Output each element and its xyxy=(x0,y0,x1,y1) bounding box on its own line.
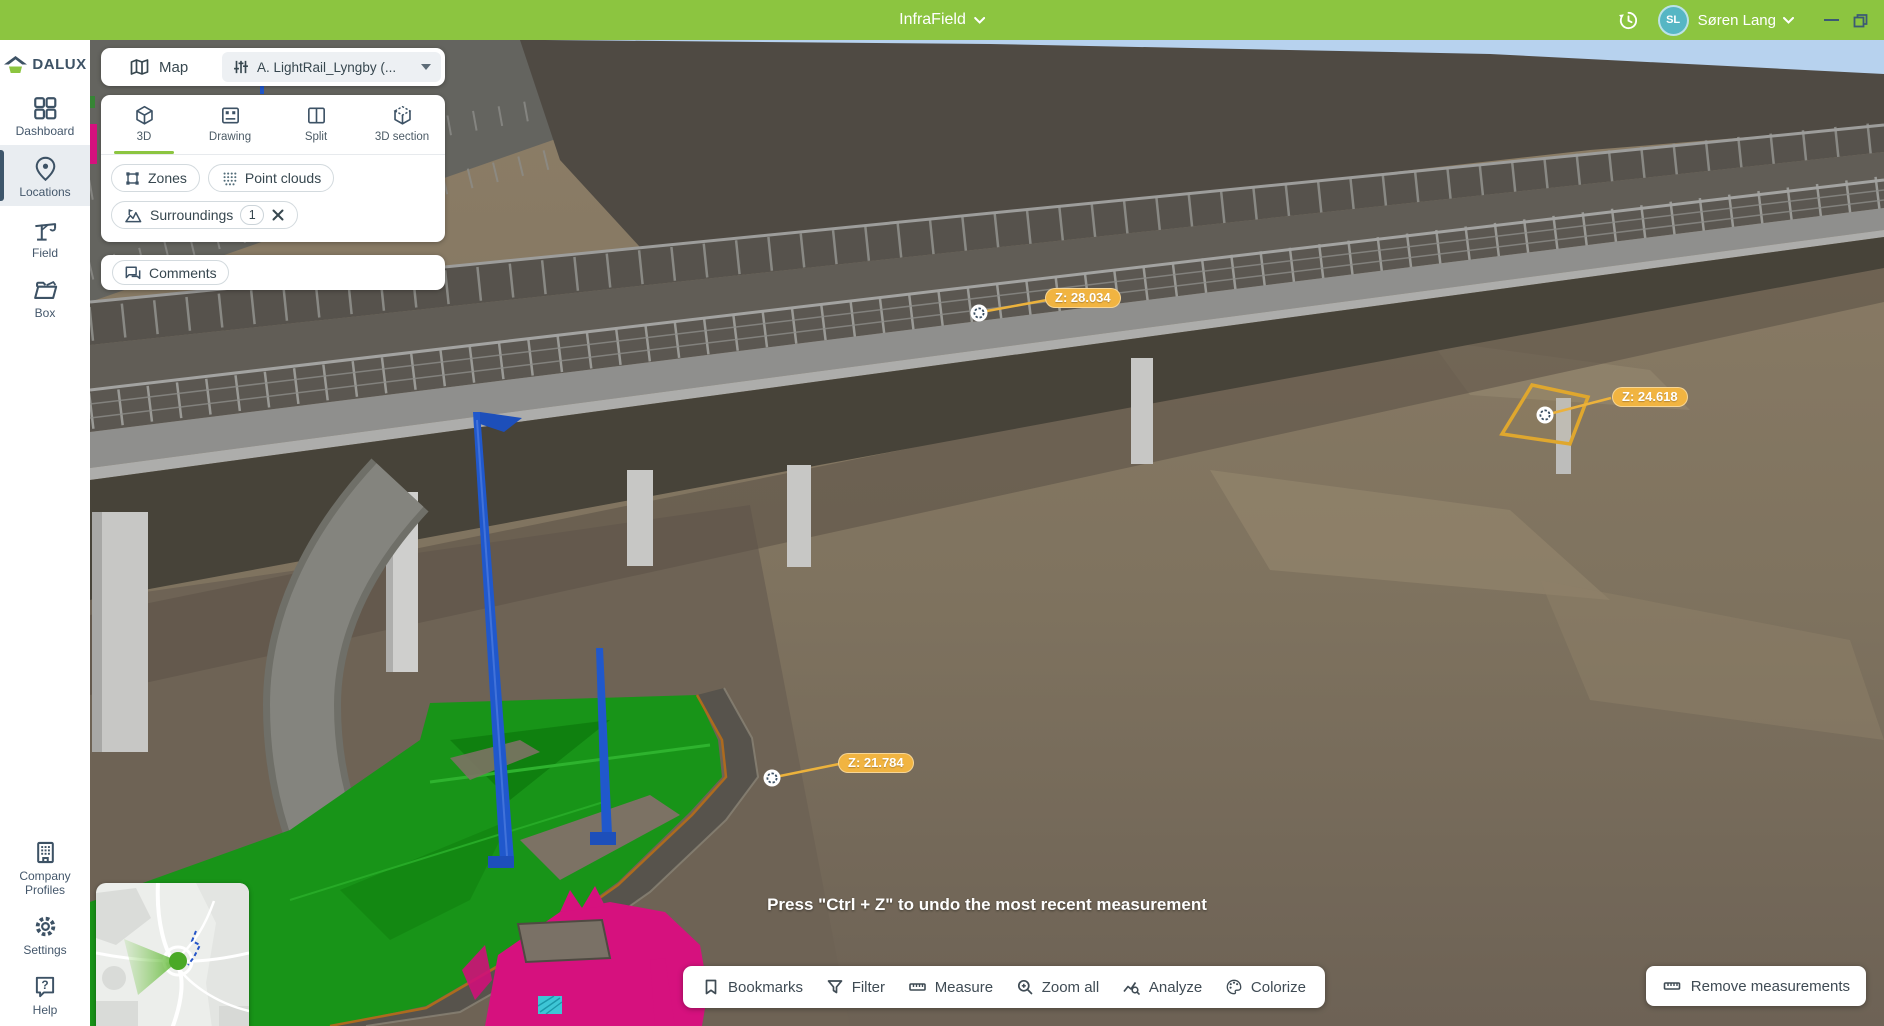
restore-window-button[interactable] xyxy=(1851,11,1870,30)
view-panel: 3D Drawing Split xyxy=(101,95,445,242)
filter-icon xyxy=(826,978,844,996)
bookmark-icon xyxy=(702,978,720,996)
surroundings-terrain-icon xyxy=(124,207,143,224)
sidebar: DALUX Dashboard Locations Field xyxy=(0,40,90,1026)
crane-icon xyxy=(32,216,59,243)
minimap[interactable] xyxy=(96,883,249,1026)
map-button-label: Map xyxy=(159,59,188,76)
ruler-icon xyxy=(908,978,927,996)
cube-section-icon xyxy=(391,104,414,127)
bottom-toolbar: Bookmarks Filter Measure xyxy=(683,966,1325,1008)
user-menu-chevron-icon[interactable] xyxy=(1783,17,1794,24)
measurement-label[interactable]: Z: 28.034 xyxy=(1045,288,1121,308)
tune-icon xyxy=(232,58,250,76)
analyze-icon xyxy=(1122,978,1141,996)
zoom-all-button[interactable]: Zoom all xyxy=(1016,978,1100,996)
surroundings-chip[interactable]: Surroundings 1 xyxy=(111,201,298,229)
top-bar: InfraField SL Søren Lang xyxy=(0,0,1884,40)
model-selector[interactable]: A. LightRail_Lyngby (... xyxy=(222,52,441,82)
comments-chip[interactable]: Comments xyxy=(112,260,229,285)
sidebar-item-help[interactable]: ? Help xyxy=(0,964,90,1024)
minimap-position-dot xyxy=(169,952,187,970)
view-tabs: 3D Drawing Split xyxy=(101,95,445,154)
close-icon[interactable] xyxy=(271,208,285,222)
point-clouds-chip[interactable]: Point clouds xyxy=(208,164,334,192)
chevron-down-icon xyxy=(974,17,985,24)
layer-chips: Zones Point clouds xyxy=(101,154,445,229)
sidebar-item-dashboard[interactable]: Dashboard xyxy=(0,85,90,145)
map-panel: Map A. LightRail_Lyngby (... xyxy=(101,48,445,86)
3d-viewport[interactable]: Z: 28.034 Z: 24.618 Z: 21.784 Press "Ctr… xyxy=(90,40,1884,1026)
split-view-icon xyxy=(305,104,328,127)
dropdown-caret-icon xyxy=(421,64,431,70)
bookmarks-button[interactable]: Bookmarks xyxy=(702,978,803,996)
tab-split[interactable]: Split xyxy=(273,104,359,154)
tab-drawing[interactable]: Drawing xyxy=(187,104,273,154)
cube-3d-icon xyxy=(133,104,156,127)
zoom-all-icon xyxy=(1016,978,1034,996)
zones-chip[interactable]: Zones xyxy=(111,164,200,192)
sidebar-item-company-profiles[interactable]: Company Profiles xyxy=(0,829,90,904)
drawing-icon xyxy=(219,104,242,127)
tab-3d-section[interactable]: 3D section xyxy=(359,104,445,154)
ruler-icon xyxy=(1662,977,1682,995)
svg-text:?: ? xyxy=(41,978,48,992)
measurement-label[interactable]: Z: 24.618 xyxy=(1612,387,1688,407)
app-switcher[interactable]: InfraField xyxy=(899,0,985,40)
sidebar-item-box[interactable]: Box xyxy=(0,266,90,327)
zones-icon xyxy=(124,170,141,187)
dashboard-icon xyxy=(32,95,58,121)
building-icon xyxy=(32,839,59,866)
model-selector-value: A. LightRail_Lyngby (... xyxy=(257,60,414,75)
gear-icon xyxy=(32,913,59,940)
palette-icon xyxy=(1225,978,1243,996)
history-icon[interactable] xyxy=(1617,9,1640,32)
measurement-label[interactable]: Z: 21.784 xyxy=(838,753,914,773)
dalux-logo[interactable]: DALUX xyxy=(3,54,86,75)
location-pin-icon xyxy=(32,155,59,182)
comments-icon xyxy=(124,265,142,281)
minimap-canvas xyxy=(96,883,249,1026)
tab-3d[interactable]: 3D xyxy=(101,104,187,154)
analyze-button[interactable]: Analyze xyxy=(1122,978,1202,996)
app-title: InfraField xyxy=(899,11,966,29)
map-icon xyxy=(129,57,150,77)
surroundings-count-badge: 1 xyxy=(240,205,264,225)
sidebar-item-locations[interactable]: Locations xyxy=(0,145,90,206)
point-cloud-icon xyxy=(221,170,238,187)
dalux-house-icon xyxy=(3,54,28,75)
comments-panel: Comments xyxy=(101,255,445,290)
user-name[interactable]: Søren Lang xyxy=(1698,12,1776,29)
sidebar-item-settings[interactable]: Settings xyxy=(0,903,90,964)
help-icon: ? xyxy=(32,974,58,1000)
remove-measurements-button[interactable]: Remove measurements xyxy=(1646,966,1866,1006)
filter-button[interactable]: Filter xyxy=(826,978,885,996)
map-button[interactable]: Map xyxy=(129,57,188,77)
avatar[interactable]: SL xyxy=(1658,5,1689,36)
sidebar-item-field[interactable]: Field xyxy=(0,206,90,267)
folder-documents-icon xyxy=(32,276,59,303)
measure-button[interactable]: Measure xyxy=(908,978,993,996)
colorize-button[interactable]: Colorize xyxy=(1225,978,1306,996)
minimize-button[interactable] xyxy=(1824,19,1839,21)
